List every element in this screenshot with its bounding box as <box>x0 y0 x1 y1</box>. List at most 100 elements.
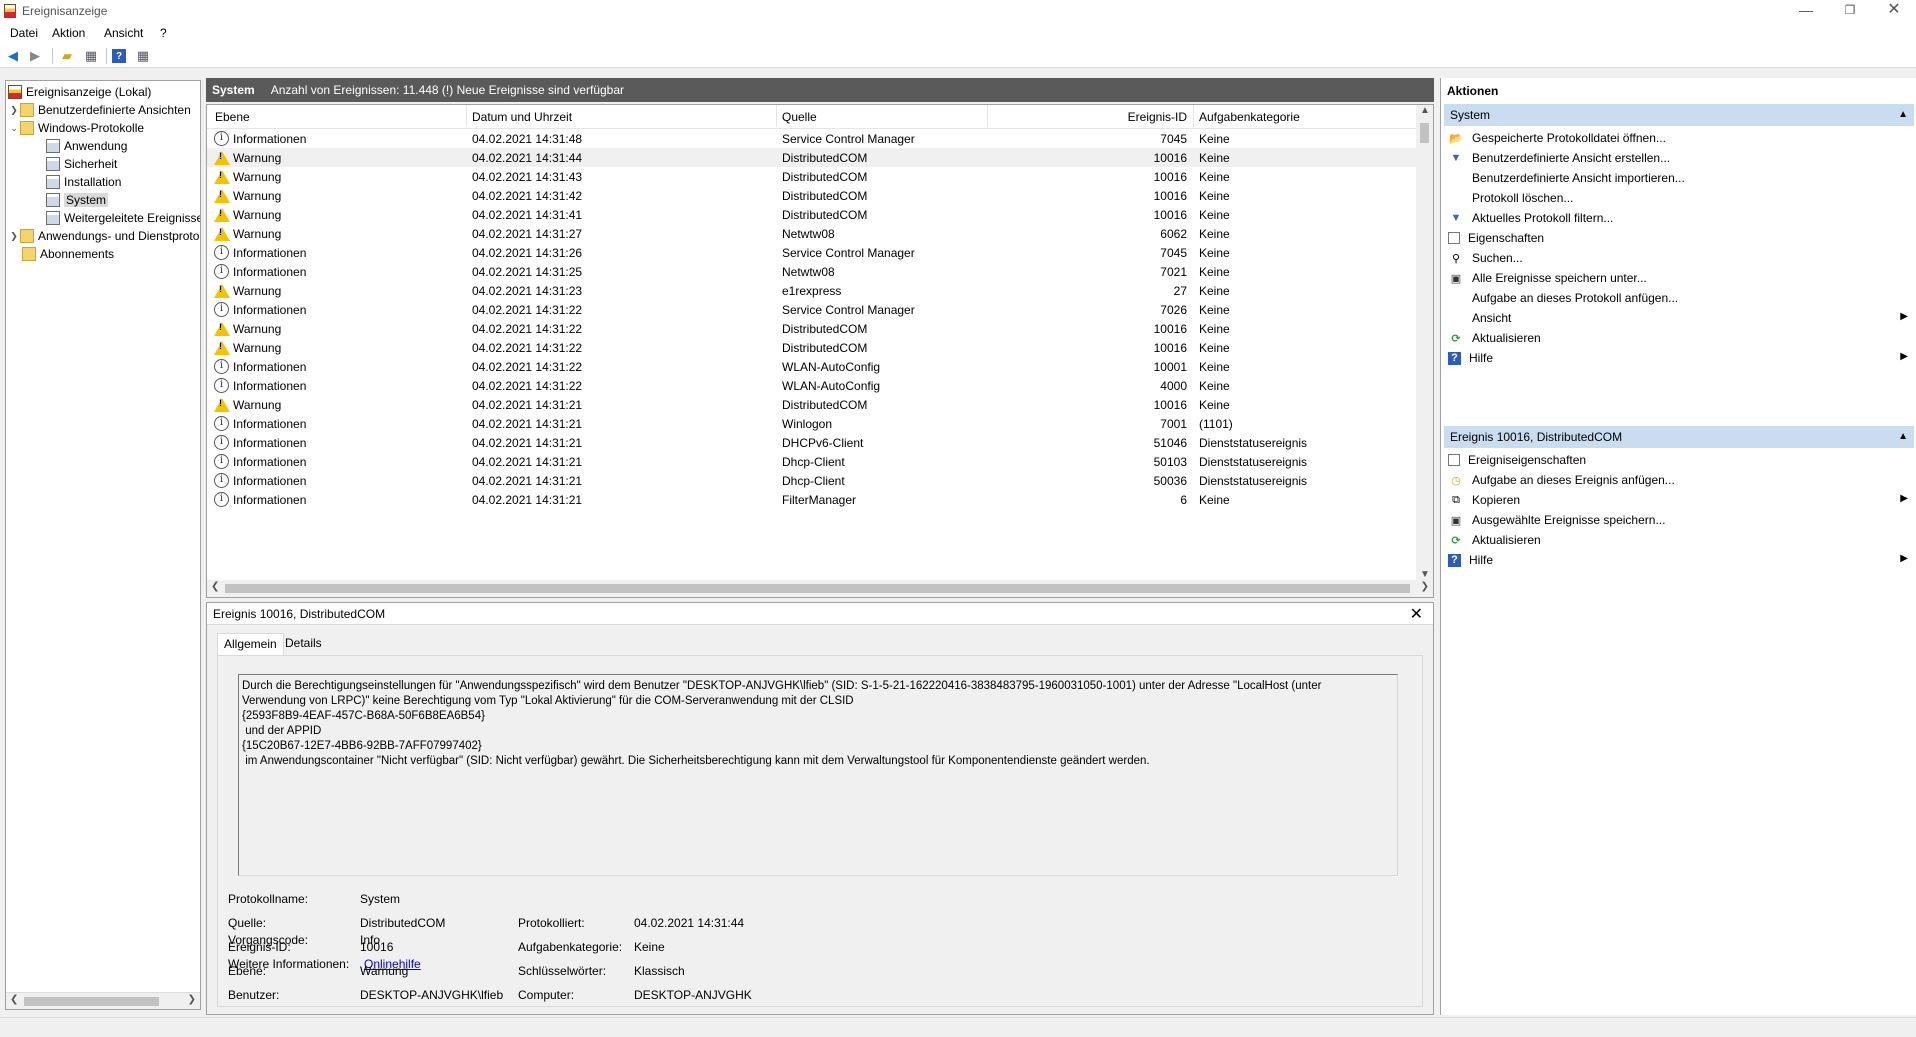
back-arrow-icon[interactable]: ◀ <box>4 47 22 65</box>
column-separator[interactable] <box>1193 105 1194 127</box>
column-separator[interactable] <box>776 105 777 127</box>
tree-item-label: Anwendungs- und Dienstprotokolle <box>38 229 200 243</box>
up-folder-icon[interactable]: ▰ <box>58 47 76 65</box>
column-separator[interactable] <box>466 105 467 127</box>
close-icon[interactable]: ✕ <box>1410 604 1423 624</box>
online-help-link[interactable]: Onlinehilfe <box>364 957 421 971</box>
action-item[interactable]: ⟳ Aktualisieren <box>1444 328 1914 348</box>
refresh-icon: ⟳ <box>1451 534 1461 547</box>
action-item[interactable]: Benutzerdefinierte Ansicht importieren..… <box>1444 168 1914 188</box>
tree-item-windows-logs[interactable]: ⌄ Windows-Protokolle <box>8 119 144 137</box>
help-icon[interactable]: ? <box>112 49 126 63</box>
menu-help[interactable]: ? <box>160 26 167 40</box>
table-row[interactable]: i Informationen 04.02.2021 14:31:22 Service… <box>207 300 1417 319</box>
forward-arrow-icon[interactable]: ▶ <box>26 47 44 65</box>
action-item[interactable]: ◷ Aufgabe an dieses Ereignis anfügen... <box>1444 470 1914 490</box>
action-item[interactable]: Protokoll löschen... <box>1444 188 1914 208</box>
scrollbar-thumb[interactable] <box>225 584 1410 593</box>
tree-item-installation[interactable]: Installation <box>46 173 121 191</box>
tree-item-subscriptions[interactable]: Abonnements <box>22 245 114 263</box>
action-item[interactable]: ? Hilfe ▶ <box>1444 550 1914 570</box>
column-header-level[interactable]: Ebene <box>215 110 250 124</box>
tree-item-custom-views[interactable]: ❯ Benutzerdefinierte Ansichten <box>8 101 191 119</box>
table-row[interactable]: ! Warnung 04.02.2021 14:31:43 DistributedCO… <box>207 167 1417 186</box>
event-list-vertical-scrollbar[interactable]: ▲ ▼ <box>1416 105 1433 580</box>
actions-section-system[interactable]: System ▲ <box>1444 104 1914 126</box>
action-item[interactable]: ▼ Aktuelles Protokoll filtern... <box>1444 208 1914 228</box>
action-item[interactable]: Aufgabe an dieses Protokoll anfügen... <box>1444 288 1914 308</box>
action-item[interactable]: ⚲ Suchen... <box>1444 248 1914 268</box>
maximize-button[interactable]: ❐ <box>1828 0 1872 22</box>
table-row[interactable]: i Informationen 04.02.2021 14:31:22 WLAN-Au… <box>207 357 1417 376</box>
actions-section-event[interactable]: Ereignis 10016, DistributedCOM ▲ <box>1444 426 1914 448</box>
tab-details[interactable]: Details <box>279 633 328 655</box>
action-item[interactable]: Ereigniseigenschaften <box>1444 450 1914 470</box>
table-row[interactable]: ! Warnung 04.02.2021 14:31:27 Netwtw08 6062 K… <box>207 224 1417 243</box>
table-row[interactable]: i Informationen 04.02.2021 14:31:26 Service… <box>207 243 1417 262</box>
table-row[interactable]: i Informationen 04.02.2021 14:31:21 Dhcp-Cl… <box>207 452 1417 471</box>
collapse-icon[interactable]: ▲ <box>1898 109 1908 120</box>
tree-item-root[interactable]: Ereignisanzeige (Lokal) <box>8 83 151 101</box>
tree-horizontal-scrollbar[interactable]: ❮ ❯ <box>6 992 200 1009</box>
table-row[interactable]: ! Warnung 04.02.2021 14:31:44 DistributedCO… <box>207 148 1417 167</box>
close-window-button[interactable]: ✕ <box>1872 0 1916 22</box>
scroll-right-icon[interactable]: ❯ <box>1421 581 1429 592</box>
cell-source: Netwtw08 <box>782 265 835 279</box>
tree-item-anwendung[interactable]: Anwendung <box>46 137 127 155</box>
chevron-right-icon[interactable]: ❯ <box>8 231 20 242</box>
menu-aktion[interactable]: Aktion <box>52 26 85 40</box>
event-description[interactable]: Durch die Berechtigungseinstellungen für… <box>238 674 1398 876</box>
collapse-icon[interactable]: ▲ <box>1898 431 1908 442</box>
column-header-event-id[interactable]: Ereignis-ID <box>1107 110 1187 124</box>
table-row[interactable]: i Informationen 04.02.2021 14:31:21 Dhcp-Cl… <box>207 471 1417 490</box>
scroll-left-icon[interactable]: ❮ <box>10 994 18 1005</box>
action-item[interactable]: ? Hilfe ▶ <box>1444 348 1914 368</box>
table-row[interactable]: i Informationen 04.02.2021 14:31:25 Netwtw0… <box>207 262 1417 281</box>
table-row[interactable]: ! Warnung 04.02.2021 14:31:41 DistributedCO… <box>207 205 1417 224</box>
tab-allgemein[interactable]: Allgemein <box>217 633 284 655</box>
table-row[interactable]: i Informationen 04.02.2021 14:31:21 DHCPv6-… <box>207 433 1417 452</box>
column-header-source[interactable]: Quelle <box>782 110 817 124</box>
scroll-right-icon[interactable]: ❯ <box>188 994 196 1005</box>
window-title: Ereignisanzeige <box>22 4 108 18</box>
scroll-down-icon[interactable]: ▼ <box>1420 569 1430 580</box>
action-item[interactable]: ▣ Ausgewählte Ereignisse speichern... <box>1444 510 1914 530</box>
action-item[interactable]: 📂 Gespeicherte Protokolldatei öffnen... <box>1444 128 1914 148</box>
tree-item-forwarded[interactable]: Weitergeleitete Ereignisse <box>46 209 200 227</box>
table-row[interactable]: i Informationen 04.02.2021 14:31:48 Service… <box>207 129 1417 148</box>
action-item[interactable]: ▣ Alle Ereignisse speichern unter... <box>1444 268 1914 288</box>
cell-date: 04.02.2021 14:31:21 <box>472 493 583 507</box>
column-separator[interactable] <box>987 105 988 127</box>
scrollbar-thumb[interactable] <box>24 997 159 1006</box>
table-row[interactable]: ! Warnung 04.02.2021 14:31:42 DistributedCO… <box>207 186 1417 205</box>
action-item[interactable]: ⟳ Aktualisieren <box>1444 530 1914 550</box>
action-item[interactable]: ▼ Benutzerdefinierte Ansicht erstellen... <box>1444 148 1914 168</box>
minimize-button[interactable]: — <box>1784 0 1828 22</box>
table-row[interactable]: ! Warnung 04.02.2021 14:31:21 DistributedCO… <box>207 395 1417 414</box>
action-pane-icon[interactable]: ▦ <box>134 47 152 65</box>
event-list-horizontal-scrollbar[interactable]: ❮ ❯ <box>207 580 1433 597</box>
table-row[interactable]: ! Warnung 04.02.2021 14:31:22 DistributedCO… <box>207 338 1417 357</box>
table-row[interactable]: i Informationen 04.02.2021 14:31:21 FilterM… <box>207 490 1417 509</box>
scrollbar-thumb[interactable] <box>1420 123 1429 143</box>
table-row[interactable]: i Informationen 04.02.2021 14:31:22 WLAN-Au… <box>207 376 1417 395</box>
tree-item-app-services[interactable]: ❯ Anwendungs- und Dienstprotokolle <box>8 227 200 245</box>
tree-item-sicherheit[interactable]: Sicherheit <box>46 155 117 173</box>
console-tree-icon[interactable]: ▦ <box>82 47 100 65</box>
column-header-task-category[interactable]: Aufgabenkategorie <box>1199 110 1300 124</box>
table-row[interactable]: i Informationen 04.02.2021 14:31:21 Winlogo… <box>207 414 1417 433</box>
column-header-date[interactable]: Datum und Uhrzeit <box>472 110 572 124</box>
tree-item-system[interactable]: System <box>46 191 109 209</box>
action-item[interactable]: Ansicht ▶ <box>1444 308 1914 328</box>
scroll-left-icon[interactable]: ❮ <box>211 581 219 592</box>
table-row[interactable]: ! Warnung 04.02.2021 14:31:23 e1rexpress 27 K… <box>207 281 1417 300</box>
action-label: Hilfe <box>1469 553 1494 567</box>
menu-datei[interactable]: Datei <box>10 26 38 40</box>
action-item[interactable]: ⧉ Kopieren ▶ <box>1444 490 1914 510</box>
table-row[interactable]: ! Warnung 04.02.2021 14:31:22 DistributedCO… <box>207 319 1417 338</box>
action-item[interactable]: Eigenschaften <box>1444 228 1914 248</box>
menu-ansicht[interactable]: Ansicht <box>104 26 143 40</box>
chevron-down-icon[interactable]: ⌄ <box>8 123 20 134</box>
scroll-up-icon[interactable]: ▲ <box>1420 105 1430 116</box>
chevron-right-icon[interactable]: ❯ <box>8 105 20 116</box>
